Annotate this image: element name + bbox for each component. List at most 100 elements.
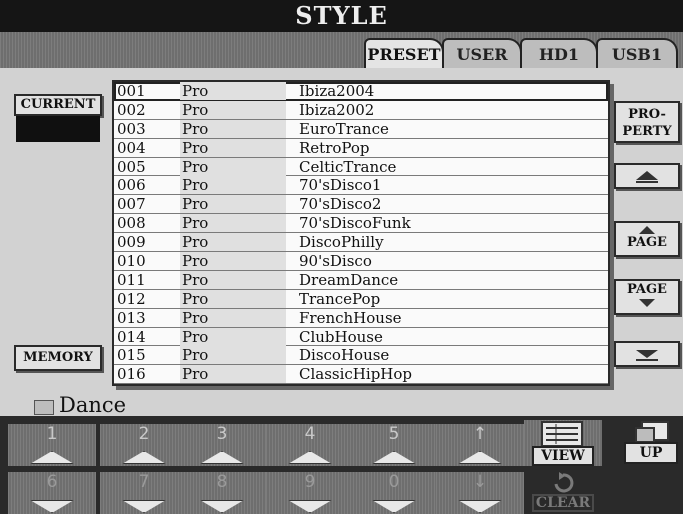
style-category: Pro (180, 157, 286, 176)
button-label: 2 (138, 424, 150, 444)
button-label: 7 (138, 472, 150, 492)
undo-icon (554, 472, 574, 493)
style-category: Pro (180, 327, 286, 346)
arrow-up-icon (288, 451, 332, 464)
property-button[interactable]: PRO- PERTY (614, 101, 680, 143)
style-category: Pro (180, 365, 286, 384)
scroll-bottom-button[interactable] (614, 341, 680, 367)
list-view-icon (541, 421, 583, 447)
style-category: Pro (180, 289, 286, 308)
button-0-down[interactable]: 0 (350, 472, 438, 514)
button-9-down[interactable]: 9 (266, 472, 354, 514)
list-item[interactable]: 014 Pro ClubHouse (114, 327, 608, 347)
tab-preset[interactable]: PRESET (364, 38, 444, 69)
style-category: Pro (180, 308, 286, 327)
list-item[interactable]: 004 Pro RetroPop (114, 138, 608, 158)
arrow-down-icon (30, 500, 74, 513)
style-number: 011 (117, 270, 146, 289)
style-name: DiscoHouse (299, 346, 390, 365)
button-down-arrow[interactable]: ↓ (436, 472, 524, 514)
property-label-line1: PRO- (628, 107, 666, 122)
button-label: 8 (216, 472, 228, 492)
button-7-down[interactable]: 7 (100, 472, 188, 514)
current-style-display (16, 116, 100, 142)
arrow-up-icon (372, 451, 416, 464)
tab-hd1[interactable]: HD1 (520, 38, 598, 68)
chevron-down-icon (639, 299, 655, 307)
up-button[interactable]: UP (624, 442, 678, 464)
list-item[interactable]: 010 Pro 90'sDisco (114, 252, 608, 271)
button-up-arrow[interactable]: ↑ (436, 424, 524, 466)
memory-button[interactable]: MEMORY (14, 345, 102, 371)
arrow-down-icon (372, 500, 416, 513)
button-1-up[interactable]: 1 (8, 424, 96, 466)
button-2-up[interactable]: 2 (100, 424, 188, 466)
clear-button[interactable]: CLEAR (528, 472, 598, 514)
button-5-up[interactable]: 5 (350, 424, 438, 466)
style-number: 014 (117, 327, 146, 346)
list-item[interactable]: 007 Pro 70'sDisco2 (114, 195, 608, 215)
arrow-down-icon (458, 500, 502, 513)
style-number: 004 (117, 138, 146, 157)
button-8-down[interactable]: 8 (178, 472, 266, 514)
style-category: Pro (180, 138, 286, 157)
folder-up-icon (635, 421, 669, 443)
style-number: 007 (117, 195, 146, 214)
bottom-buttons: 1 2 3 4 5 ↑ 6 7 8 9 0 ↓ VIEW UP CLEAR (0, 416, 683, 514)
page-down-button[interactable]: PAGE (614, 279, 680, 315)
style-number: 015 (117, 346, 146, 365)
style-number: 005 (117, 157, 146, 176)
list-item[interactable]: 005 Pro CelticTrance (114, 157, 608, 177)
arrow-up-icon (122, 451, 166, 464)
list-item[interactable]: 016 Pro ClassicHipHop (114, 365, 608, 384)
list-item[interactable]: 008 Pro 70'sDiscoFunk (114, 214, 608, 234)
view-button[interactable]: VIEW (532, 446, 594, 466)
tab-usb1[interactable]: USB1 (596, 38, 678, 68)
button-label: 9 (304, 472, 316, 492)
style-number: 001 (117, 82, 146, 100)
list-item[interactable]: 006 Pro 70'sDisco1 (114, 176, 608, 196)
scroll-top-button[interactable] (614, 163, 680, 189)
button-label: ↑ (472, 424, 488, 444)
style-name: CelticTrance (299, 157, 397, 176)
page-up-button[interactable]: PAGE (614, 221, 680, 257)
style-name: Ibiza2004 (299, 82, 375, 100)
style-number: 013 (117, 308, 146, 327)
style-name: EuroTrance (299, 119, 389, 138)
style-category: Pro (180, 270, 286, 289)
button-label: ↓ (472, 472, 488, 492)
folder-icon (34, 400, 54, 415)
list-item[interactable]: 001 Pro Ibiza2004 (114, 82, 608, 101)
list-item[interactable]: 013 Pro FrenchHouse (114, 308, 608, 328)
window-title: STYLE (0, 0, 683, 32)
style-category: Pro (180, 100, 286, 119)
button-3-up[interactable]: 3 (178, 424, 266, 466)
list-item[interactable]: 003 Pro EuroTrance (114, 119, 608, 139)
current-button[interactable]: CURRENT (14, 94, 102, 116)
arrow-up-icon (458, 451, 502, 464)
button-4-up[interactable]: 4 (266, 424, 354, 466)
button-6-down[interactable]: 6 (8, 472, 96, 514)
style-number: 016 (117, 365, 146, 384)
folder-name: Dance (59, 393, 127, 417)
style-number: 009 (117, 233, 146, 252)
style-name: 70'sDisco2 (299, 195, 382, 214)
list-item[interactable]: 012 Pro TrancePop (114, 289, 608, 309)
arrow-down-icon (200, 500, 244, 513)
tab-user[interactable]: USER (442, 38, 522, 68)
list-item[interactable]: 009 Pro DiscoPhilly (114, 233, 608, 253)
button-label: 6 (46, 472, 58, 492)
style-category: Pro (180, 119, 286, 138)
chevron-up-icon (639, 226, 655, 234)
style-category: Pro (180, 346, 286, 365)
arrow-up-icon (30, 451, 74, 464)
style-name: 70'sDisco1 (299, 176, 382, 195)
style-name: Ibiza2002 (299, 100, 375, 119)
list-item[interactable]: 002 Pro Ibiza2002 (114, 100, 608, 120)
style-name: TrancePop (299, 289, 381, 308)
list-item[interactable]: 015 Pro DiscoHouse (114, 346, 608, 366)
style-list[interactable]: 001 Pro Ibiza2004 002 Pro Ibiza2002 003 Pro Eu… (112, 80, 610, 386)
list-item[interactable]: 011 Pro DreamDance (114, 270, 608, 290)
style-number: 002 (117, 100, 146, 119)
arrow-up-icon (200, 451, 244, 464)
